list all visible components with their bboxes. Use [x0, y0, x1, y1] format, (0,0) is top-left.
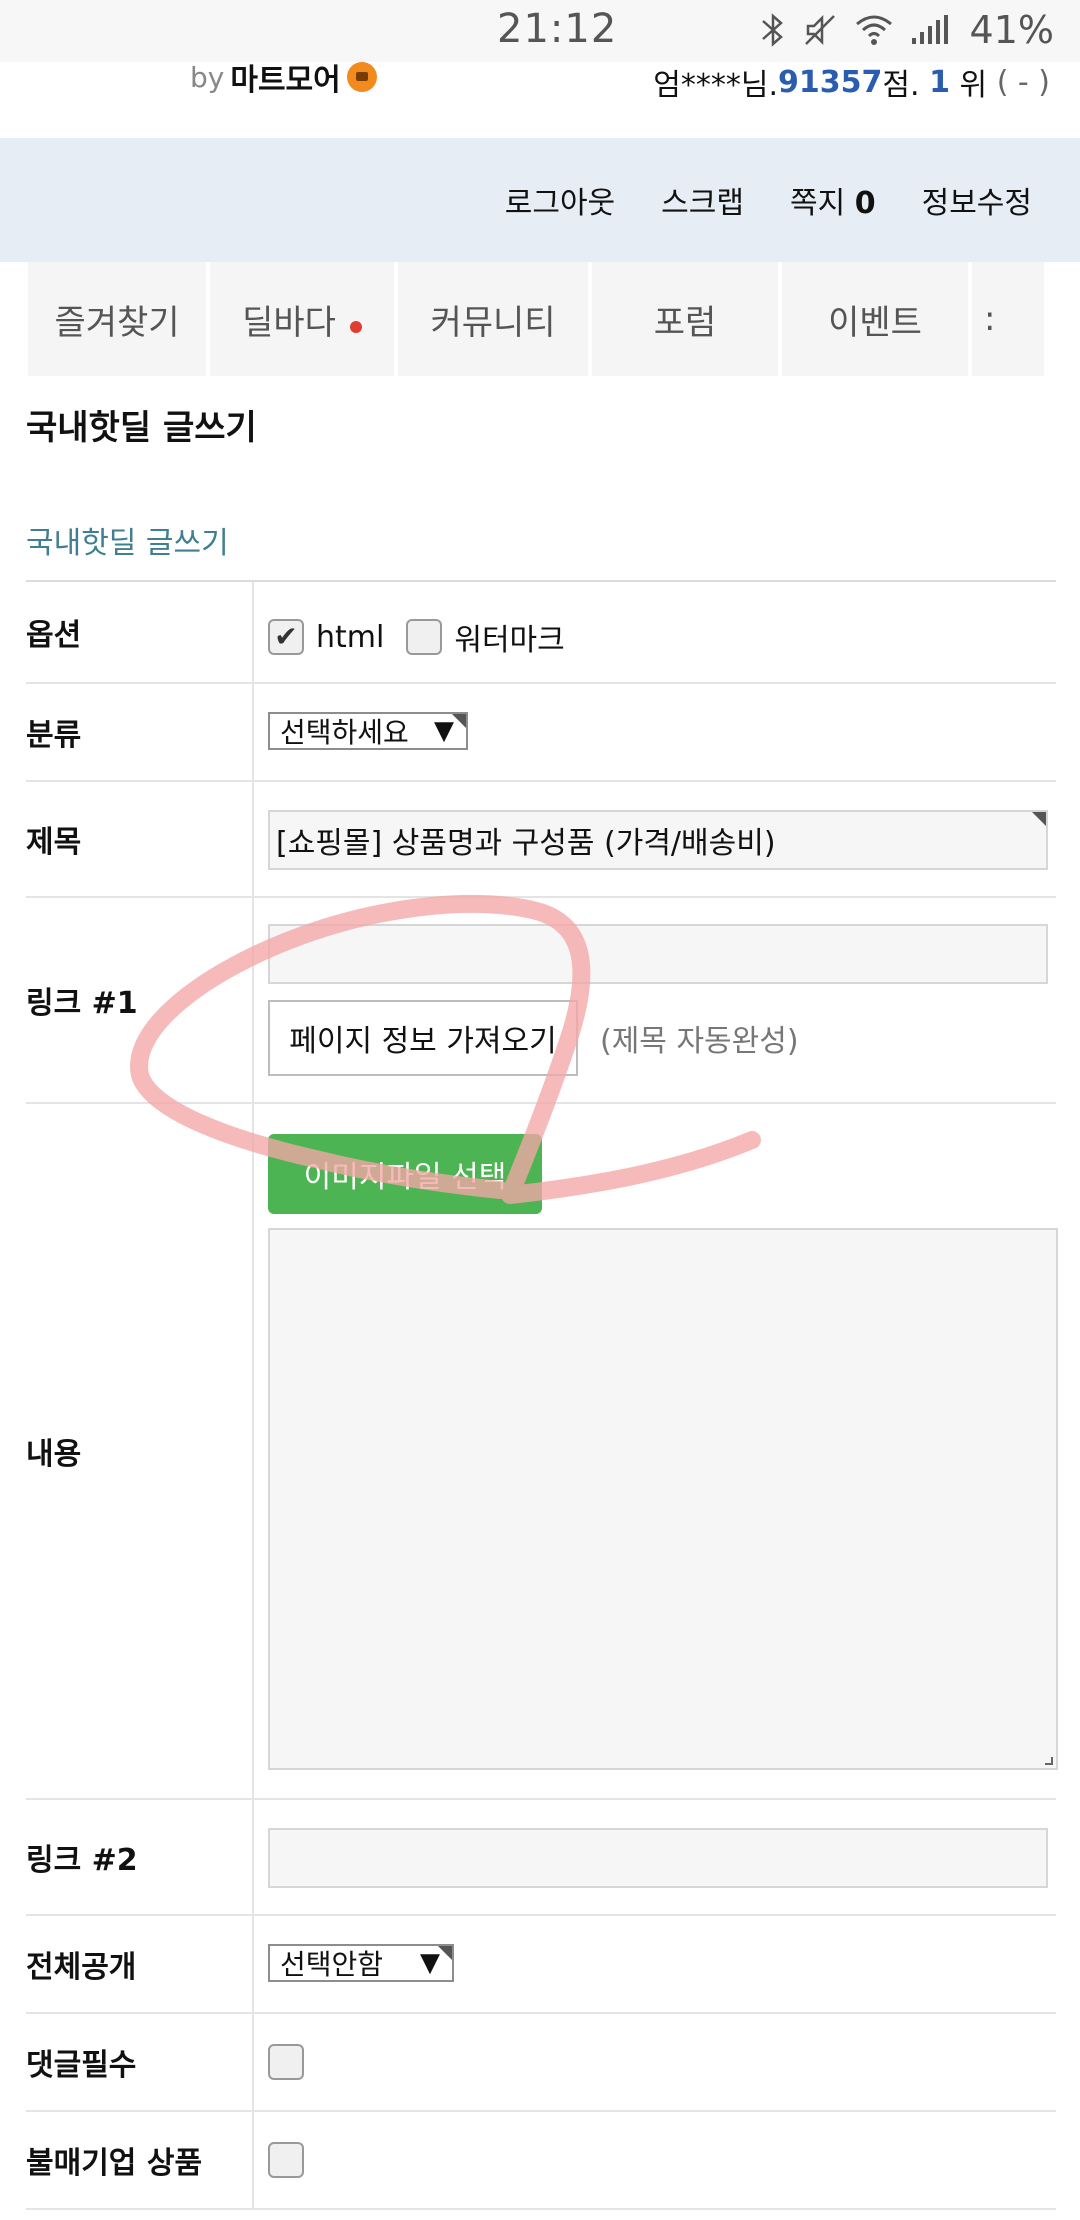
tab-label: 딜바다	[242, 302, 336, 343]
link1-fetch-group: 페이지 정보 가져오기 (제목 자동완성)	[268, 1000, 799, 1076]
subject-input-value: [쇼핑몰] 상품명과 구성품 (가격/배송비)	[276, 826, 776, 861]
tab-community[interactable]: 커뮤니티	[398, 262, 588, 376]
dropdown-arrow-icon: ▼	[420, 1948, 440, 1978]
subject-input[interactable]: [쇼핑몰] 상품명과 구성품 (가격/배송비)	[268, 810, 1048, 870]
status-bar: 21:12 41%	[0, 0, 1080, 62]
row-public: 전체공개 선택안함 ▼	[26, 1916, 1056, 2014]
tab-dealbada[interactable]: 딜바다	[210, 262, 394, 376]
category-select-value: 선택하세요	[280, 716, 409, 749]
row-subject: 제목 [쇼핑몰] 상품명과 구성품 (가격/배송비)	[26, 782, 1056, 898]
brand-logo[interactable]: by 마트모어	[190, 60, 377, 98]
site-header: by 마트모어 엄****님. 91357 점. 1 위 ( - )	[0, 60, 1080, 138]
user-name: 엄****님.	[653, 68, 779, 103]
content-label: 내용	[26, 1437, 82, 1472]
link1-label: 링크 #1	[26, 986, 138, 1021]
options-field: html 워터마크	[268, 615, 587, 659]
tab-label: :	[984, 299, 996, 339]
row-options: 옵션 html 워터마크	[26, 582, 1056, 684]
message-count: 0	[854, 186, 876, 221]
row-comment-required: 댓글필수	[26, 2014, 1056, 2112]
brand-name: 마트모어	[230, 63, 341, 98]
tab-more[interactable]: :	[972, 262, 1044, 376]
row-category: 분류 선택하세요 ▼	[26, 684, 1056, 782]
user-points: 91357	[778, 64, 883, 100]
tab-favorites[interactable]: 즐겨찾기	[28, 262, 206, 376]
tab-label: 커뮤니티	[430, 302, 556, 343]
fetch-page-info-button[interactable]: 페이지 정보 가져오기	[268, 1000, 578, 1076]
scrap-link[interactable]: 스크랩	[661, 178, 744, 222]
user-info: 엄****님. 91357 점. 1 위 ( - )	[653, 62, 1050, 104]
row-link2: 링크 #2	[26, 1800, 1056, 1916]
page-title: 국내핫딜 글쓰기	[26, 408, 257, 448]
tab-label: 이벤트	[828, 302, 922, 343]
comment-required-checkbox[interactable]	[268, 2044, 304, 2080]
user-rank: 1	[929, 64, 950, 100]
tab-label: 즐겨찾기	[54, 302, 180, 343]
tab-forum[interactable]: 포럼	[592, 262, 778, 376]
watermark-option-label: 워터마크	[454, 623, 565, 658]
public-select-value: 선택안함	[280, 1948, 384, 1981]
link2-input[interactable]	[268, 1828, 1048, 1888]
write-form: 옵션 html 워터마크 분류 선택하세요 ▼ 제목 [쇼핑몰] 상품명과 구성…	[26, 580, 1058, 2210]
fetch-hint: (제목 자동완성)	[600, 1024, 799, 1059]
message-label: 쪽지	[789, 186, 846, 221]
boycott-checkbox[interactable]	[268, 2142, 304, 2178]
boycott-label: 불매기업 상품	[26, 2146, 203, 2181]
row-content: 내용 이미지파일 선택	[26, 1104, 1058, 1800]
row-link1: 링크 #1 페이지 정보 가져오기 (제목 자동완성)	[26, 898, 1056, 1104]
logout-link[interactable]: 로그아웃	[505, 178, 615, 222]
dropdown-arrow-icon: ▼	[434, 716, 454, 746]
link2-label: 링크 #2	[26, 1843, 138, 1878]
link1-input[interactable]	[268, 924, 1048, 984]
html-checkbox[interactable]	[268, 619, 304, 655]
resize-grip-icon[interactable]	[1045, 1757, 1053, 1765]
battery-level: 41%	[969, 8, 1054, 52]
category-label: 분류	[26, 718, 82, 753]
rank-change: ( - )	[996, 64, 1050, 100]
category-select[interactable]: 선택하세요 ▼	[268, 712, 468, 750]
row-boycott: 불매기업 상품	[26, 2112, 1056, 2210]
wifi-icon	[855, 15, 892, 45]
public-label: 전체공개	[26, 1950, 137, 1985]
brand-by: by	[190, 60, 225, 94]
rank-suffix: 위	[959, 68, 988, 103]
tab-label: 포럼	[653, 302, 717, 343]
signal-icon	[911, 15, 948, 44]
cart-logo-icon	[346, 62, 377, 92]
status-time: 21:12	[497, 6, 618, 52]
message-link[interactable]: 쪽지 0	[790, 178, 876, 222]
tab-event[interactable]: 이벤트	[782, 262, 968, 376]
main-nav: 즐겨찾기 딜바다 커뮤니티 포럼 이벤트 :	[0, 262, 1080, 376]
account-action-bar: 로그아웃 스크랩 쪽지 0 정보수정	[0, 138, 1080, 262]
bluetooth-icon	[761, 13, 783, 47]
section-title: 국내핫딜 글쓰기	[26, 526, 229, 561]
status-icons: 41%	[760, 8, 1054, 52]
options-label: 옵션	[26, 618, 82, 653]
public-select[interactable]: 선택안함 ▼	[268, 1944, 454, 1982]
html-option-label: html	[316, 619, 385, 655]
comment-required-label: 댓글필수	[26, 2048, 137, 2083]
watermark-checkbox[interactable]	[406, 619, 443, 655]
content-textarea[interactable]	[268, 1228, 1058, 1770]
image-file-select-button[interactable]: 이미지파일 선택	[268, 1134, 542, 1214]
new-dot-icon	[349, 321, 362, 333]
points-suffix: 점.	[882, 68, 920, 103]
mute-icon	[804, 14, 835, 46]
subject-label: 제목	[26, 825, 82, 860]
edit-info-link[interactable]: 정보수정	[922, 178, 1032, 222]
